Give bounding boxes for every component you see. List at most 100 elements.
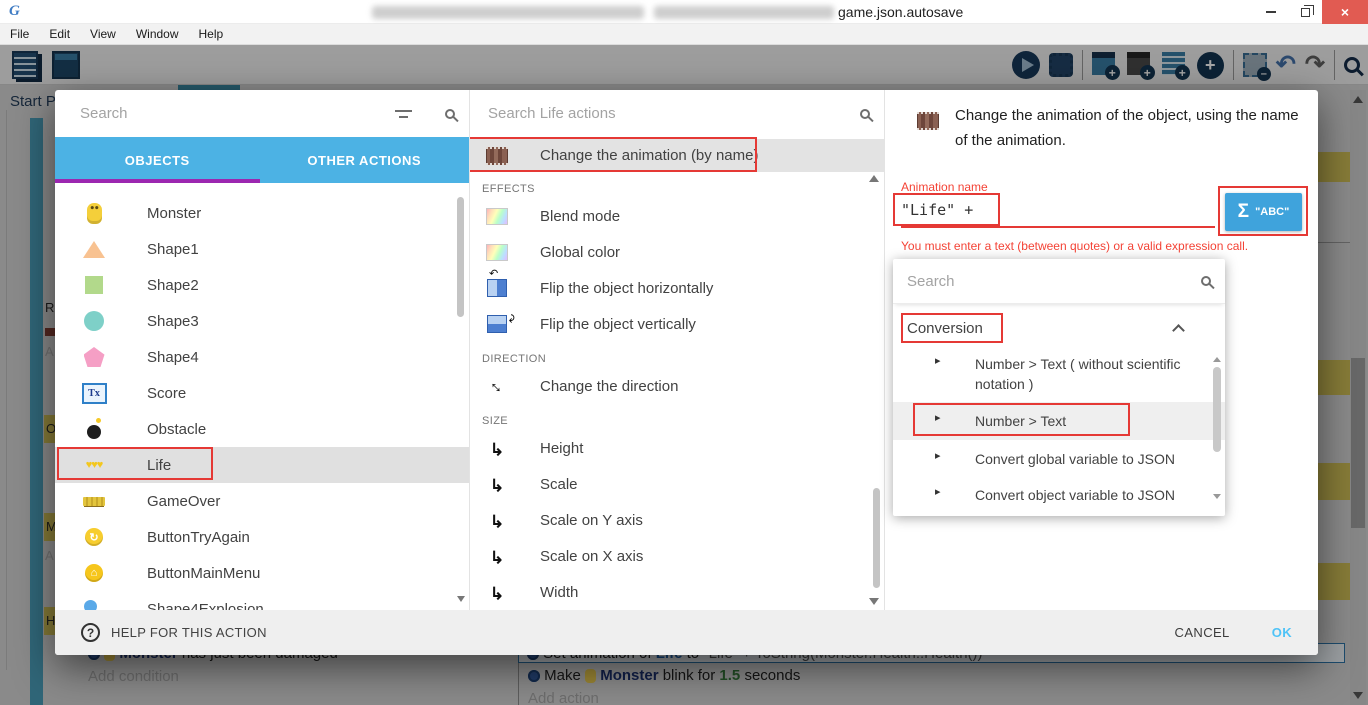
event-header-fragment — [1318, 463, 1350, 500]
actions-search-input[interactable] — [488, 105, 860, 122]
object-label: Life — [147, 457, 171, 474]
object-label: Monster — [147, 205, 201, 222]
menu-edit[interactable]: Edit — [39, 27, 80, 41]
scroll-up-icon[interactable] — [869, 175, 879, 182]
object-item-score[interactable]: Score — [55, 375, 469, 411]
action-item-flip-vertically[interactable]: Flip the object vertically — [470, 306, 884, 342]
blurred-title-segment — [654, 6, 834, 19]
action-item-change-direction[interactable]: Change the direction — [470, 368, 884, 404]
scroll-down-icon[interactable] — [869, 598, 879, 605]
action-label: Scale on Y axis — [540, 512, 643, 529]
action-item-flip-horizontally[interactable]: Flip the object horizontally — [470, 270, 884, 306]
scroll-up-icon[interactable] — [1213, 357, 1221, 362]
objects-search-input[interactable] — [80, 105, 395, 122]
object-item-shape3[interactable]: Shape3 — [55, 303, 469, 339]
action-item-change-animation-by-name[interactable]: Change the animation (by name) — [470, 139, 884, 172]
event-fragment-text: A — [45, 548, 54, 563]
menu-file[interactable]: File — [0, 27, 39, 41]
object-item-buttontryagain[interactable]: ButtonTryAgain — [55, 519, 469, 555]
action-item-width[interactable]: Width — [470, 574, 884, 610]
action-item-scale-y[interactable]: Scale on Y axis — [470, 502, 884, 538]
add-event-icon[interactable]: + — [1092, 52, 1118, 78]
add-action-link[interactable]: Add action — [528, 690, 599, 705]
tab-start-page[interactable]: Start P — [10, 93, 56, 110]
event-indent-bar — [30, 118, 43, 206]
close-button[interactable]: × — [1322, 0, 1368, 24]
scroll-up-icon[interactable] — [1353, 96, 1363, 103]
actions-list: Change the animation (by name) EFFECTS B… — [470, 137, 884, 610]
ok-button[interactable]: OK — [1272, 625, 1292, 640]
actions-scrollbar-thumb[interactable] — [873, 488, 880, 588]
object-item-buttonmainmenu[interactable]: ButtonMainMenu — [55, 555, 469, 591]
titlebar: G game.json.autosave × — [0, 0, 1368, 24]
object-item-obstacle[interactable]: Obstacle — [55, 411, 469, 447]
filter-icon[interactable] — [395, 108, 413, 120]
menu-help[interactable]: Help — [189, 27, 234, 41]
blink-action-row[interactable]: Make Monster blink for 1.5 seconds — [528, 667, 800, 684]
menu-window[interactable]: Window — [126, 27, 189, 41]
add-condition-link[interactable]: Add condition — [88, 668, 179, 685]
scroll-down-icon[interactable] — [457, 596, 465, 602]
scroll-down-icon[interactable] — [1213, 494, 1221, 499]
animation-name-input[interactable] — [901, 196, 1215, 228]
project-manager-icon[interactable] — [12, 51, 38, 79]
object-item-shape1[interactable]: Shape1 — [55, 231, 469, 267]
expression-editor-button[interactable]: Σ "ABC" — [1225, 193, 1302, 231]
gdevelop-window: G game.json.autosave × File Edit View Wi… — [0, 0, 1368, 705]
object-item-gameover[interactable]: GameOver — [55, 483, 469, 519]
corner-arrow-icon — [484, 543, 510, 569]
action-item-global-color[interactable]: Global color — [470, 234, 884, 270]
search-events-icon[interactable] — [1344, 57, 1360, 73]
abc-label: "ABC" — [1255, 206, 1289, 218]
action-item-blend-mode[interactable]: Blend mode — [470, 198, 884, 234]
expression-search-input[interactable] — [907, 273, 1201, 290]
play-preview-icon[interactable] — [1012, 51, 1040, 79]
blink-suffix: seconds — [744, 667, 800, 684]
events-scrollbar[interactable] — [1350, 90, 1366, 705]
objects-list: Monster Shape1 Shape2 Shape3 — [55, 183, 469, 610]
action-item-scale-x[interactable]: Scale on X axis — [470, 538, 884, 574]
gradient-icon — [484, 203, 510, 229]
toolbar-separator — [1233, 50, 1234, 80]
help-for-this-action-link[interactable]: HELP FOR THIS ACTION — [111, 625, 267, 640]
object-label: Shape3 — [147, 313, 199, 330]
object-item-shape2[interactable]: Shape2 — [55, 267, 469, 303]
event-fragment-text: A — [45, 344, 54, 359]
blink-seconds-value: 1.5 — [719, 667, 740, 684]
object-item-shape4explosion[interactable]: Shape4Explosion — [55, 591, 469, 610]
object-item-monster[interactable]: Monster — [55, 195, 469, 231]
scrollbar-thumb[interactable] — [1351, 358, 1365, 528]
dropdown-scrollbar[interactable] — [1212, 357, 1221, 507]
action-item-height[interactable]: Height — [470, 430, 884, 466]
object-item-life[interactable]: Life — [55, 447, 469, 483]
group-conversion[interactable]: Conversion — [893, 310, 1225, 347]
scene-editor-icon[interactable] — [52, 51, 80, 79]
search-icon — [445, 109, 455, 119]
debug-icon[interactable] — [1049, 53, 1073, 77]
dropdown-scrollbar-thumb[interactable] — [1213, 367, 1221, 452]
delete-event-icon[interactable] — [1243, 53, 1267, 77]
cancel-button[interactable]: CANCEL — [1175, 625, 1230, 640]
section-header-direction: DIRECTION — [482, 353, 884, 365]
tab-other-actions[interactable]: OTHER ACTIONS — [260, 137, 470, 183]
expression-item-global-var-json[interactable]: ▸ Convert global variable to JSON — [893, 440, 1225, 476]
tab-objects[interactable]: OBJECTS — [55, 137, 260, 183]
add-comment-icon[interactable]: + — [1162, 52, 1188, 78]
expression-dropdown: Conversion ▸ Number > Text ( without sci… — [893, 259, 1225, 515]
corner-arrow-icon — [484, 579, 510, 605]
restore-button[interactable] — [1288, 0, 1322, 24]
diagonal-arrow-icon — [484, 373, 510, 399]
redo-icon[interactable]: ↷ — [1305, 53, 1325, 77]
minimize-button[interactable] — [1254, 0, 1288, 24]
object-item-shape4[interactable]: Shape4 — [55, 339, 469, 375]
add-more-icon[interactable]: + — [1197, 52, 1224, 79]
add-subevent-icon[interactable]: + — [1127, 52, 1153, 78]
objects-scrollbar-thumb[interactable] — [457, 197, 464, 317]
expression-item-object-var-json[interactable]: ▸ Convert object variable to JSON — [893, 476, 1225, 515]
retry-icon — [81, 524, 107, 550]
action-item-scale[interactable]: Scale — [470, 466, 884, 502]
expression-item-number-to-text[interactable]: ▸ Number > Text — [893, 402, 1225, 440]
menu-view[interactable]: View — [80, 27, 126, 41]
expression-item-number-to-text-no-sci[interactable]: ▸ Number > Text ( without scientific not… — [893, 347, 1225, 402]
undo-icon[interactable]: ↶ — [1276, 53, 1296, 77]
